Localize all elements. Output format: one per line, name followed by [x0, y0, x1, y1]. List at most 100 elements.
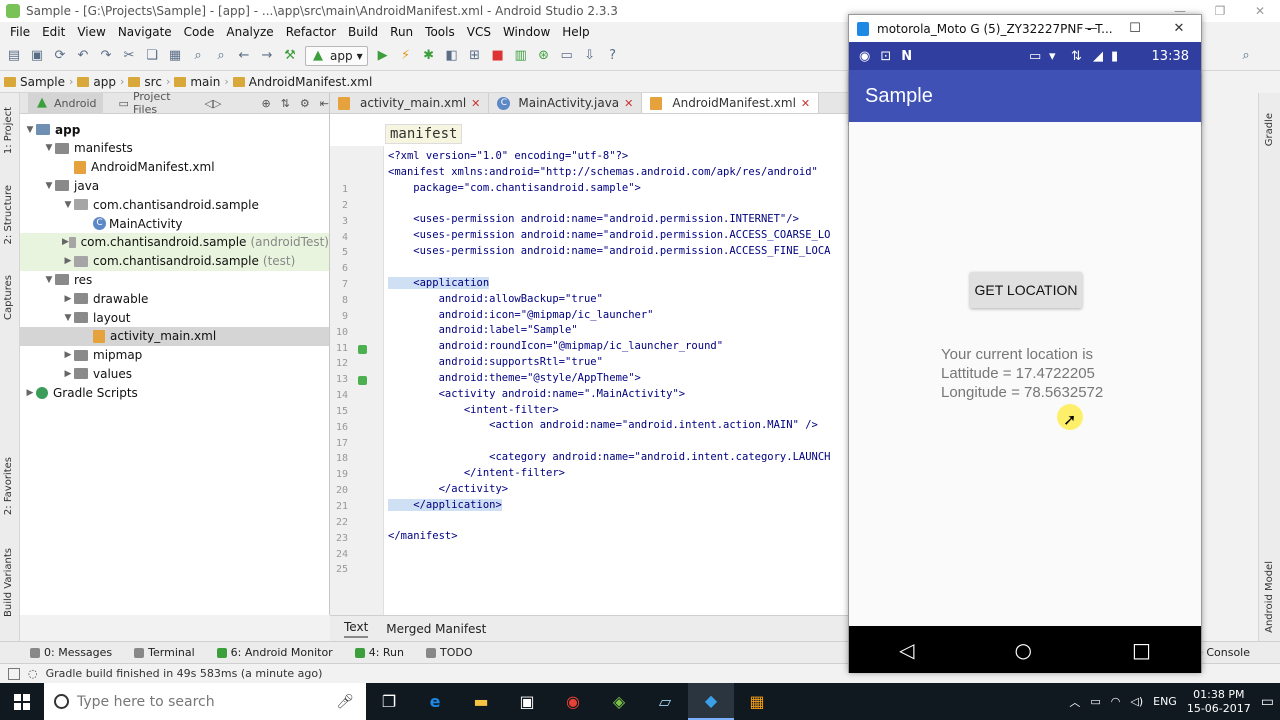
menu-build[interactable]: Build — [348, 25, 378, 39]
editor-tab[interactable]: C MainActivity.java ✕ — [489, 93, 643, 113]
menu-refactor[interactable]: Refactor — [286, 25, 336, 39]
expanded-arrow-icon[interactable]: ▼ — [43, 181, 55, 191]
menu-code[interactable]: Code — [184, 25, 215, 39]
code-line[interactable]: <category android:name="android.intent.c… — [388, 451, 830, 463]
tree-item[interactable]: ▶ com.chantisandroid.sample (test) — [20, 251, 329, 271]
run-config-select[interactable]: ▲ app ▾ — [305, 46, 368, 66]
network-icon[interactable]: ◠ — [1111, 695, 1121, 708]
battery-icon[interactable]: ▭ — [1090, 695, 1100, 708]
tree-item[interactable]: ▶ com.chantisandroid.sample (androidTest) — [20, 232, 329, 252]
project-files-tab[interactable]: ▭ Project Files — [113, 90, 195, 116]
tree-item[interactable]: ▶ values — [20, 364, 329, 383]
tool-run[interactable]: 4: Run — [354, 646, 404, 659]
close-icon[interactable]: ✕ — [1240, 0, 1280, 22]
find-icon[interactable]: ⌕ — [190, 48, 206, 64]
run-icon[interactable]: ▶ — [375, 48, 391, 64]
tree-item[interactable]: C MainActivity — [20, 214, 329, 233]
stop-icon[interactable]: ■ — [490, 48, 506, 64]
maximize-icon[interactable]: ❐ — [1200, 0, 1240, 22]
expanded-arrow-icon[interactable]: ▼ — [43, 275, 55, 285]
code-line[interactable]: android:label="Sample" — [388, 324, 578, 336]
collapsed-arrow-icon[interactable]: ▶ — [62, 369, 74, 379]
edge-icon[interactable]: e — [412, 683, 458, 720]
copy-icon[interactable]: ❏ — [144, 48, 160, 64]
menu-tools[interactable]: Tools — [425, 25, 455, 39]
notifications-icon[interactable]: ▭ — [1261, 694, 1274, 710]
tool-event-console[interactable]: e Console — [1196, 646, 1250, 659]
code-line[interactable]: <activity android:name=".MainActivity"> — [388, 388, 686, 400]
attach-debugger-icon[interactable]: ⊞ — [467, 48, 483, 64]
tool-android-model[interactable]: Android Model — [1264, 561, 1275, 633]
editor-tab[interactable]: activity_main.xml ✕ — [330, 93, 490, 113]
back-icon[interactable]: ← — [236, 48, 252, 64]
code-line[interactable]: package="com.chantisandroid.sample"> — [388, 182, 641, 194]
tree-item[interactable]: ▼ manifests — [20, 139, 329, 158]
tree-item[interactable]: ▶ mipmap — [20, 346, 329, 365]
tree-item[interactable]: ▼ app — [20, 120, 329, 139]
vscode-icon[interactable]: ◆ — [688, 683, 734, 720]
locate-icon[interactable]: ⊕ — [261, 97, 270, 110]
settings-gear-icon[interactable]: ⚙ — [300, 97, 310, 110]
tree-item[interactable]: ▼ layout — [20, 308, 329, 327]
tool-captures[interactable]: Captures — [3, 275, 14, 320]
collapsed-arrow-icon[interactable]: ▶ — [62, 256, 74, 266]
menu-vcs[interactable]: VCS — [467, 25, 491, 39]
breadcrumb-item[interactable]: main — [174, 75, 220, 89]
menu-window[interactable]: Window — [503, 25, 550, 39]
android-studio-icon[interactable]: ◈ — [596, 683, 642, 720]
tool-project[interactable]: 1: Project — [3, 107, 14, 154]
code-line[interactable]: <action android:name="android.intent.act… — [388, 419, 818, 431]
collapsed-arrow-icon[interactable]: ▶ — [62, 237, 69, 247]
save-all-icon[interactable]: ▣ — [29, 48, 45, 64]
collapsed-arrow-icon[interactable]: ▶ — [24, 388, 36, 398]
microphone-icon[interactable]: 🎤︎ — [336, 694, 354, 710]
app-icon[interactable]: ▦ — [734, 683, 780, 720]
tree-item[interactable]: ▼ res — [20, 270, 329, 289]
tree-item[interactable]: ▶ drawable — [20, 289, 329, 308]
forward-icon[interactable]: → — [259, 48, 275, 64]
close-tab-icon[interactable]: ✕ — [624, 97, 633, 110]
notepad-icon[interactable]: ▱ — [642, 683, 688, 720]
code-line[interactable]: android:theme="@style/AppTheme"> — [388, 372, 641, 384]
tool-build-variants[interactable]: Build Variants — [3, 548, 14, 617]
toggle-tool-windows-icon[interactable] — [8, 667, 20, 680]
open-icon[interactable]: ▤ — [6, 48, 22, 64]
sync-icon[interactable]: ⟳ — [52, 48, 68, 64]
breadcrumb-item[interactable]: src — [128, 75, 162, 89]
tool-structure[interactable]: 2: Structure — [3, 185, 14, 244]
breadcrumb-item[interactable]: Sample — [4, 75, 65, 89]
code-line[interactable]: <application — [388, 276, 490, 289]
menu-analyze[interactable]: Analyze — [226, 25, 273, 39]
profile-icon[interactable]: ◧ — [444, 48, 460, 64]
menu-view[interactable]: View — [77, 25, 105, 39]
recents-nav-icon[interactable]: □ — [1132, 638, 1151, 662]
chrome-icon[interactable]: ◉ — [550, 683, 596, 720]
task-view-icon[interactable]: ❐ — [366, 683, 412, 720]
code-line[interactable]: android:icon="@mipmap/ic_launcher" — [388, 309, 654, 321]
make-project-icon[interactable]: ⚒ — [282, 48, 298, 64]
code-line[interactable]: <uses-permission android:name="android.p… — [388, 229, 830, 241]
code-line[interactable]: android:supportsRtl="true" — [388, 356, 603, 368]
close-icon[interactable]: ✕ — [1157, 15, 1201, 42]
close-tab-icon[interactable]: ✕ — [801, 97, 810, 110]
code-line[interactable]: android:roundIcon="@mipmap/ic_launcher_r… — [388, 340, 723, 352]
collapsed-arrow-icon[interactable]: ▶ — [62, 294, 74, 304]
back-nav-icon[interactable]: ◁ — [899, 638, 914, 662]
hide-panel-icon[interactable]: ⇤ — [320, 97, 329, 110]
sdk-manager-icon[interactable]: ⊛ — [536, 48, 552, 64]
store-icon[interactable]: ▣ — [504, 683, 550, 720]
cut-icon[interactable]: ✂ — [121, 48, 137, 64]
tool-android-monitor[interactable]: 6: Android Monitor — [216, 646, 333, 659]
breadcrumb-item[interactable]: AndroidManifest.xml — [232, 75, 372, 89]
redo-icon[interactable]: ↷ — [98, 48, 114, 64]
menu-file[interactable]: File — [10, 25, 30, 39]
menu-run[interactable]: Run — [390, 25, 413, 39]
code-line[interactable]: </activity> — [388, 483, 509, 495]
taskbar-clock[interactable]: 01:38 PM 15-06-2017 — [1187, 688, 1251, 716]
tool-favorites[interactable]: 2: Favorites — [3, 457, 14, 515]
tree-item[interactable]: ▼ java — [20, 176, 329, 195]
tree-item[interactable]: ▼ com.chantisandroid.sample — [20, 195, 329, 214]
language-indicator[interactable]: ENG — [1153, 695, 1177, 708]
help-icon[interactable]: ? — [605, 48, 621, 64]
android-device-monitor-icon[interactable]: ⇩ — [582, 48, 598, 64]
